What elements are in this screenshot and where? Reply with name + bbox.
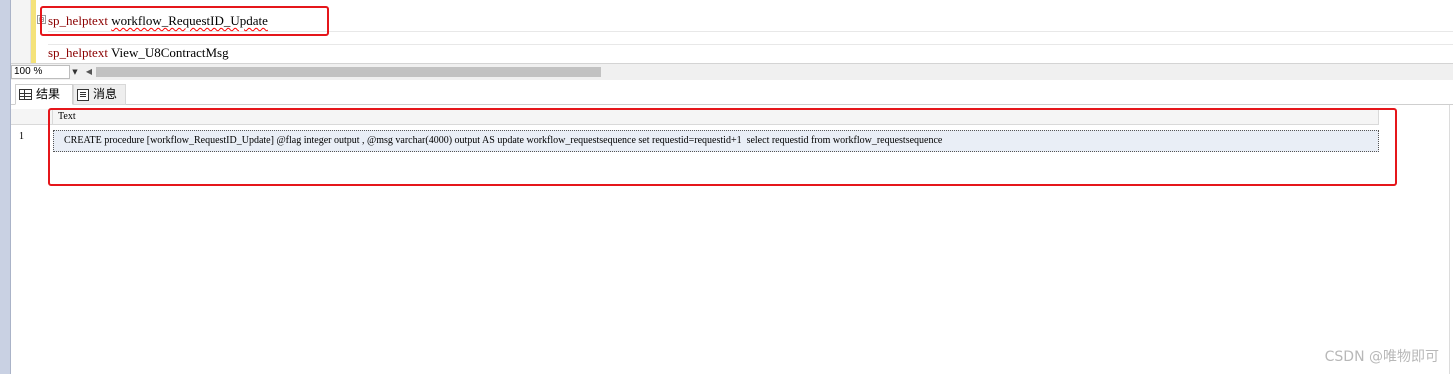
chevron-down-icon[interactable]: ▼ <box>70 65 80 79</box>
vertical-scrollbar-edge <box>1449 105 1453 374</box>
tab-label: 消息 <box>93 87 118 101</box>
zoom-dropdown[interactable]: 100 % <box>11 65 70 79</box>
editor-gutter <box>11 0 31 63</box>
horizontal-scrollbar-thumb[interactable] <box>96 67 601 77</box>
results-tab-strip: 结果 消息 <box>11 80 1453 105</box>
change-tracking-bar <box>31 0 36 63</box>
grid-corner[interactable] <box>11 109 53 125</box>
grid-icon <box>19 89 32 100</box>
messages-icon <box>77 88 89 101</box>
highlight-box-query <box>40 6 329 36</box>
tab-results[interactable]: 结果 <box>15 84 73 105</box>
tab-messages[interactable]: 消息 <box>73 84 126 105</box>
highlight-box-result <box>48 108 1397 186</box>
line-separator <box>48 44 1453 45</box>
code-keyword: sp_helptext <box>48 45 108 60</box>
scroll-left-arrow-icon[interactable]: ◀ <box>84 66 94 78</box>
code-argument: View_U8ContractMsg <box>110 45 229 60</box>
tab-label: 结果 <box>36 87 61 101</box>
zoom-scroll-bar: 100 % ▼ ◀ <box>11 63 1453 80</box>
row-number[interactable]: 1 <box>11 126 53 150</box>
watermark: CSDN @唯物即可 <box>1324 349 1439 365</box>
left-sidebar-strip <box>0 0 11 374</box>
horizontal-scrollbar-track[interactable] <box>601 67 1453 77</box>
code-line-2[interactable]: sp_helptext View_U8ContractMsg <box>48 45 229 61</box>
